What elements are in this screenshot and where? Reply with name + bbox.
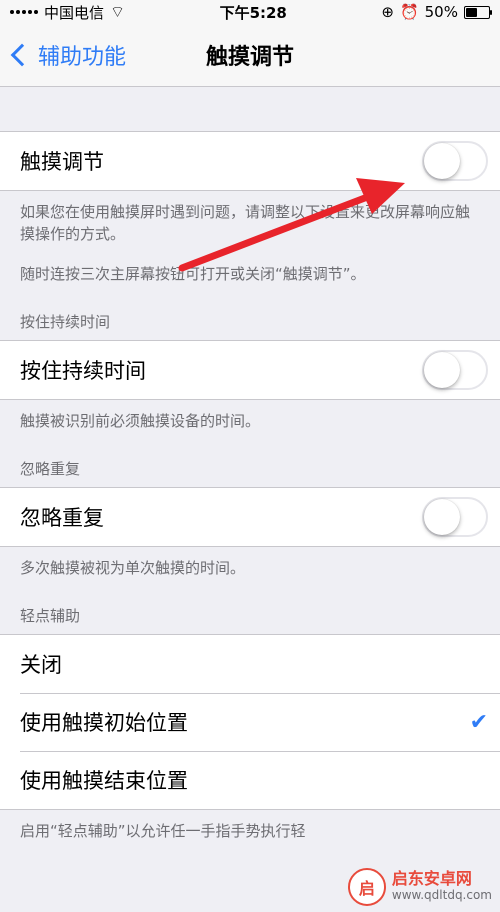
watermark-text: 启东安卓网 www.qdltdq.com <box>392 871 492 903</box>
alarm-icon: ⏰ <box>399 3 419 21</box>
footer-text: 随时连按三次主屏幕按钮可打开或关闭“触摸调节”。 <box>20 265 366 283</box>
watermark: 启 启东安卓网 www.qdltdq.com <box>347 868 492 906</box>
battery-icon <box>463 5 492 19</box>
carrier-name: 中国电信 <box>44 3 105 22</box>
navigation-bar: 辅助功能 触摸调节 <box>0 24 500 87</box>
watermark-url: www.qdltdq.com <box>391 888 492 902</box>
hold-duration-header: 按住持续时间 <box>20 313 111 331</box>
hold-duration-group: 按住持续时间 <box>0 340 500 400</box>
touch-accommodations-label: 触摸调节 <box>20 150 104 174</box>
page-title: 触摸调节 <box>205 45 294 70</box>
tap-assistance-footer: 启用“轻点辅助”以允许任一手指手势执行轻 <box>20 822 306 840</box>
tap-assistance-header: 轻点辅助 <box>20 607 81 625</box>
signal-icon <box>10 10 38 14</box>
option-label: 使用触摸结束位置 <box>20 769 188 793</box>
status-left: 中国电信 ⌔ <box>10 2 125 23</box>
touch-accommodations-toggle[interactable] <box>422 141 488 181</box>
status-time: 下午5:28 <box>219 3 287 22</box>
option-label: 使用触摸初始位置 <box>20 711 188 735</box>
status-right: ⊕ ⏰ 50% <box>381 3 492 21</box>
toggle-knob <box>424 143 460 179</box>
watermark-logo-icon: 启 <box>347 868 386 906</box>
touch-accommodations-row: 触摸调节 <box>0 132 500 190</box>
battery-fill <box>465 7 477 17</box>
footer-text: 如果您在使用触摸屏时遇到问题，请调整以下设置来更改屏幕响应触摸操作的方式。 <box>20 203 471 243</box>
back-button-label: 辅助功能 <box>38 45 127 70</box>
ignore-repeat-group: 忽略重复 <box>0 487 500 547</box>
wifi-icon: ⌔ <box>110 2 126 21</box>
hold-duration-footer: 触摸被识别前必须触摸设备的时间。 <box>20 412 261 430</box>
status-bar: 中国电信 ⌔ 下午5:28 ⊕ ⏰ 50% <box>0 0 500 24</box>
hold-duration-row: 按住持续时间 <box>0 341 500 399</box>
toggle-knob <box>424 352 460 388</box>
hold-duration-label: 按住持续时间 <box>20 359 146 383</box>
back-button[interactable]: 辅助功能 <box>10 24 126 86</box>
battery-percent: 50% <box>424 3 458 21</box>
watermark-title: 启东安卓网 <box>391 869 472 888</box>
toggle-knob <box>424 499 460 535</box>
hold-duration-toggle[interactable] <box>422 350 488 390</box>
tap-assistance-option-final[interactable]: 使用触摸结束位置 <box>0 751 500 809</box>
orientation-lock-icon: ⊕ <box>381 3 394 21</box>
tap-assistance-option-initial[interactable]: 使用触摸初始位置 ✔ <box>0 693 500 751</box>
ignore-repeat-header: 忽略重复 <box>20 460 81 478</box>
ignore-repeat-toggle[interactable] <box>422 497 488 537</box>
tap-assistance-option-off[interactable]: 关闭 <box>0 635 500 693</box>
tap-assistance-group: 关闭 使用触摸初始位置 ✔ 使用触摸结束位置 <box>0 634 500 810</box>
ignore-repeat-row: 忽略重复 <box>0 488 500 546</box>
checkmark-icon: ✔ <box>469 709 488 735</box>
ignore-repeat-label: 忽略重复 <box>20 506 104 530</box>
touch-accommodations-group: 触摸调节 <box>0 131 500 191</box>
touch-accommodations-footer: 如果您在使用触摸屏时遇到问题，请调整以下设置来更改屏幕响应触摸操作的方式。 随时… <box>0 191 500 295</box>
chevron-left-icon <box>10 43 34 67</box>
ignore-repeat-footer: 多次触摸被视为单次触摸的时间。 <box>20 559 246 577</box>
option-label: 关闭 <box>20 653 62 677</box>
